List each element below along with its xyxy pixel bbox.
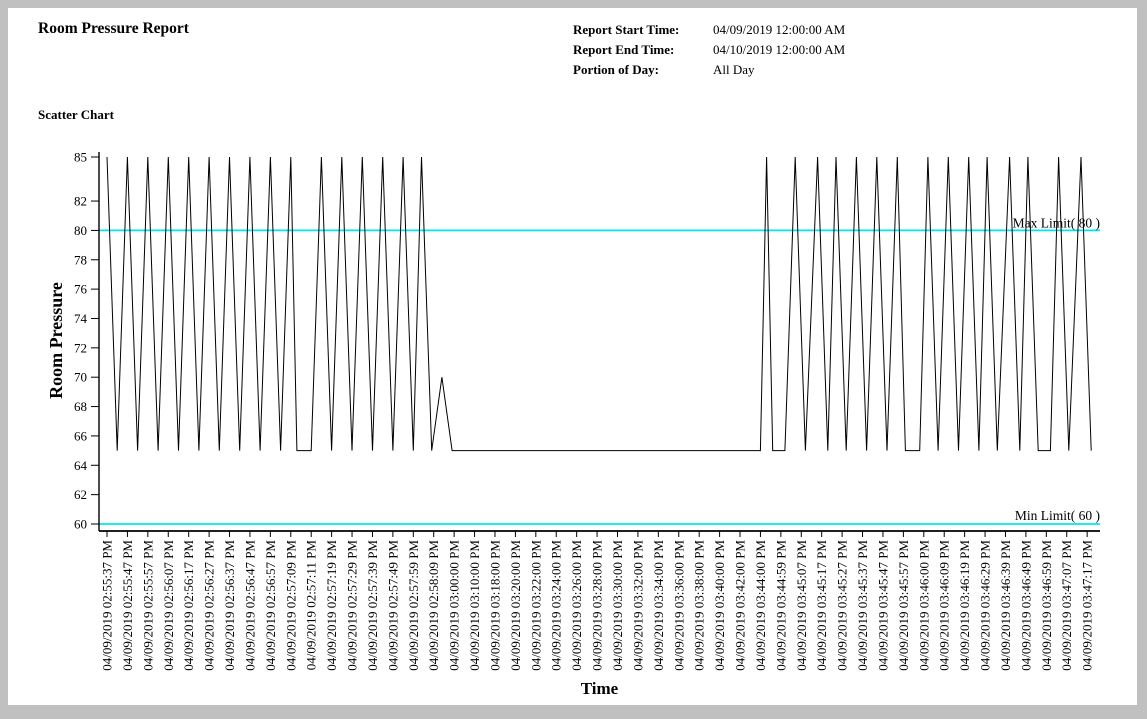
- chart-section-title: Scatter Chart: [38, 107, 114, 123]
- report-end-time-value: 04/10/2019 12:00:00 AM: [713, 40, 845, 60]
- portion-of-day-value: All Day: [713, 60, 755, 80]
- report-page: Room Pressure Report Report Start Time: …: [8, 8, 1137, 705]
- portion-of-day-label: Portion of Day:: [573, 60, 708, 80]
- portion-of-day-row: Portion of Day: All Day: [573, 60, 993, 80]
- report-end-time-label: Report End Time:: [573, 40, 708, 60]
- report-info-block: Report Start Time: 04/09/2019 12:00:00 A…: [573, 20, 993, 80]
- report-start-time-value: 04/09/2019 12:00:00 AM: [713, 20, 845, 40]
- report-start-time-row: Report Start Time: 04/09/2019 12:00:00 A…: [573, 20, 993, 40]
- page-title: Room Pressure Report: [38, 20, 189, 38]
- report-end-time-row: Report End Time: 04/10/2019 12:00:00 AM: [573, 40, 993, 60]
- report-start-time-label: Report Start Time:: [573, 20, 708, 40]
